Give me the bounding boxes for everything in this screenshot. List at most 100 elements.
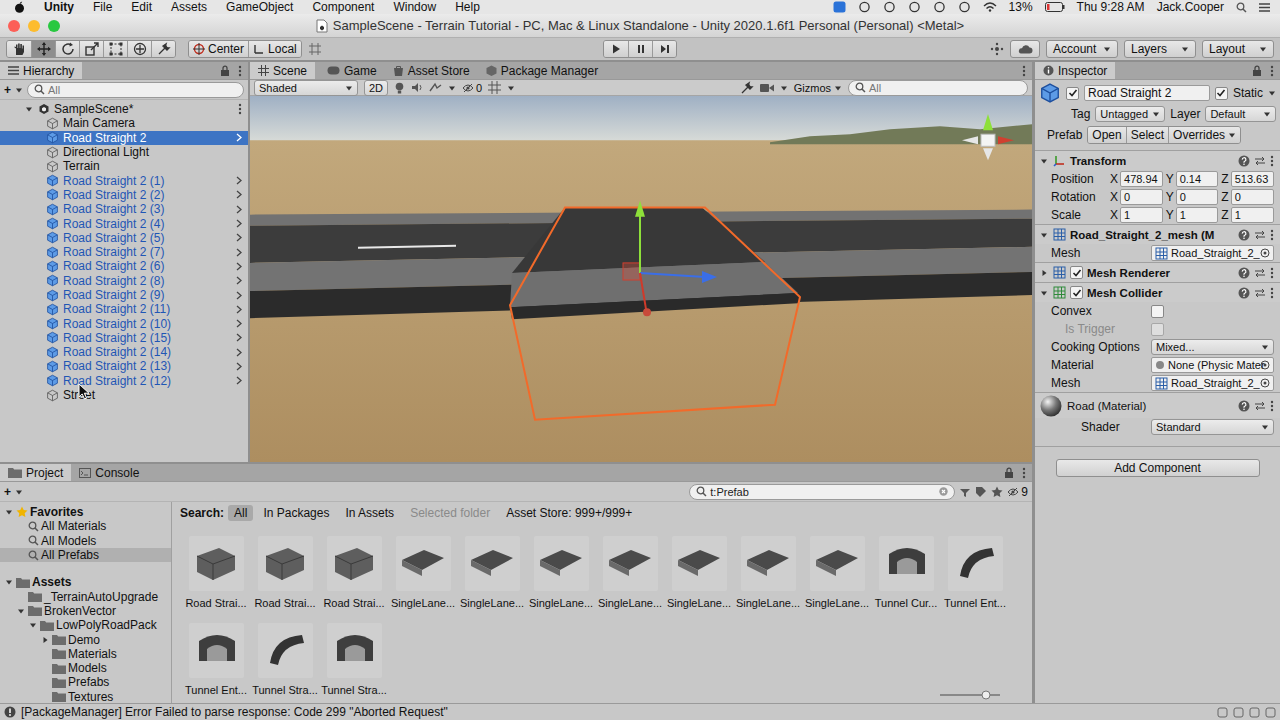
object-picker-icon[interactable] — [1260, 360, 1270, 370]
asset-store-count[interactable]: Asset Store: 999+/999+ — [506, 506, 632, 520]
scene-tab[interactable]: Scene — [250, 62, 315, 79]
scene-row[interactable]: SampleScene* — [0, 102, 248, 116]
filter-type-icon[interactable] — [959, 486, 971, 498]
hierarchy-item[interactable]: Directional Light — [0, 145, 248, 159]
open-prefab-icon[interactable] — [236, 190, 242, 199]
open-prefab-icon[interactable] — [236, 205, 242, 214]
open-prefab-icon[interactable] — [236, 176, 242, 185]
tools-icon[interactable] — [740, 81, 754, 95]
asset-item[interactable]: SingleLane... — [391, 536, 455, 609]
checkbox[interactable] — [1070, 286, 1083, 299]
battery-icon[interactable] — [1045, 2, 1065, 12]
hierarchy-item[interactable]: Road Straight 2 (3) — [0, 202, 248, 216]
zoom-slider-icon[interactable] — [938, 690, 1002, 700]
hierarchy-item[interactable]: Terrain — [0, 159, 248, 173]
asset-item[interactable]: SingleLane... — [460, 536, 524, 609]
favorite-icon[interactable] — [991, 486, 1003, 498]
account-dropdown[interactable]: Account — [1046, 40, 1118, 58]
number-field[interactable]: 478.94 — [1120, 171, 1163, 187]
scale-tool[interactable] — [79, 41, 103, 57]
close-button[interactable] — [8, 20, 20, 32]
help-icon[interactable] — [1238, 400, 1250, 412]
dropdown[interactable]: Mixed... — [1151, 339, 1274, 355]
tree-item[interactable]: Assets — [0, 575, 171, 589]
hierarchy-item[interactable]: Road Straight 2 (15) — [0, 331, 248, 345]
hierarchy-item[interactable]: Road Straight 2 (14) — [0, 345, 248, 359]
asset-item[interactable]: Tunnel Stra... — [322, 623, 386, 696]
layer-dropdown[interactable]: Default — [1205, 106, 1276, 122]
hierarchy-item[interactable]: Road Straight 2 (11) — [0, 302, 248, 316]
component-header[interactable]: Mesh Collider — [1035, 282, 1280, 302]
asset-item[interactable]: Tunnel Cur... — [874, 536, 938, 609]
lock-icon[interactable] — [1252, 65, 1262, 76]
fold-arrow[interactable] — [1039, 269, 1049, 277]
status-icon[interactable] — [858, 1, 871, 13]
object-picker-icon[interactable] — [1260, 378, 1270, 388]
menu-icon[interactable] — [1270, 400, 1274, 412]
preset-icon[interactable] — [1254, 267, 1266, 279]
tree-item[interactable]: Materials — [0, 647, 171, 661]
open-prefab-icon[interactable] — [236, 348, 242, 357]
number-field[interactable]: 0 — [1176, 189, 1219, 205]
scene-tab[interactable]: Game — [319, 62, 385, 79]
open-prefab-icon[interactable] — [236, 233, 242, 242]
hierarchy-search[interactable]: All — [27, 82, 244, 98]
search-scope[interactable]: In Packages — [257, 505, 335, 521]
open-prefab-icon[interactable] — [236, 305, 242, 314]
menu-icon[interactable] — [1270, 287, 1274, 299]
minimize-button[interactable] — [28, 20, 40, 32]
menu-item[interactable]: Help — [455, 0, 480, 14]
scene-search[interactable]: All — [848, 80, 1028, 96]
tree-item[interactable]: All Prefabs — [0, 548, 171, 562]
menu-icon[interactable] — [1022, 467, 1026, 479]
menu-icon[interactable] — [1022, 65, 1026, 77]
add-button[interactable]: + — [4, 485, 11, 499]
open-button[interactable]: Open — [1088, 127, 1125, 143]
hierarchy-item[interactable]: Road Straight 2 — [0, 131, 248, 145]
2d-toggle[interactable]: 2D — [364, 80, 388, 96]
shader-dropdown[interactable]: Standard — [1151, 419, 1274, 435]
dropdown-icon[interactable] — [15, 86, 23, 94]
tree-item[interactable]: All Models — [0, 534, 171, 548]
menu-item[interactable]: Window — [393, 0, 436, 14]
help-icon[interactable] — [1238, 229, 1250, 241]
asset-item[interactable]: SingleLane... — [736, 536, 800, 609]
number-field[interactable]: 1 — [1176, 207, 1219, 223]
menu-icon[interactable] — [1270, 229, 1274, 241]
tree-item[interactable]: Prefabs — [0, 675, 171, 689]
hierarchy-item[interactable]: Road Straight 2 (4) — [0, 216, 248, 230]
hand-tool[interactable] — [7, 41, 31, 57]
hidden-packages[interactable]: 9 — [1007, 485, 1028, 499]
expand-arrow[interactable] — [4, 508, 14, 516]
tree-item[interactable]: Favorites — [0, 505, 171, 519]
number-field[interactable]: 0 — [1231, 189, 1274, 205]
user-name[interactable]: Jack.Cooper — [1157, 0, 1224, 14]
object-field[interactable]: None (Physic Mater — [1151, 357, 1274, 373]
help-icon[interactable] — [1238, 287, 1250, 299]
collab-icon[interactable] — [990, 42, 1004, 56]
asset-item[interactable]: SingleLane... — [667, 536, 731, 609]
menu-item[interactable]: Unity — [44, 0, 74, 14]
cloud-button[interactable] — [1010, 40, 1040, 58]
help-icon[interactable] — [1238, 155, 1250, 167]
custom-tool[interactable] — [151, 41, 175, 57]
status-icon[interactable] — [908, 1, 921, 13]
add-button[interactable]: + — [4, 83, 11, 97]
dropdown-icon[interactable] — [448, 84, 456, 92]
open-prefab-icon[interactable] — [236, 291, 242, 300]
lighting-icon[interactable] — [394, 82, 405, 94]
status-icon[interactable] — [958, 1, 971, 13]
asset-item[interactable]: Road Strai... — [184, 536, 248, 609]
rect-tool[interactable] — [103, 41, 127, 57]
zoom-button[interactable] — [48, 20, 60, 32]
preset-icon[interactable] — [1254, 400, 1266, 412]
menu-item[interactable]: Component — [312, 0, 374, 14]
status-icon[interactable] — [933, 1, 946, 13]
checkbox[interactable] — [1070, 266, 1083, 279]
status-tool-icon[interactable] — [1265, 707, 1276, 718]
number-field[interactable]: 1 — [1231, 207, 1274, 223]
object-field[interactable]: Road_Straight_2_ — [1151, 375, 1274, 391]
space-button[interactable]: Local — [248, 41, 301, 57]
dropdown-icon[interactable] — [15, 488, 23, 496]
filter-label-icon[interactable] — [975, 486, 987, 498]
